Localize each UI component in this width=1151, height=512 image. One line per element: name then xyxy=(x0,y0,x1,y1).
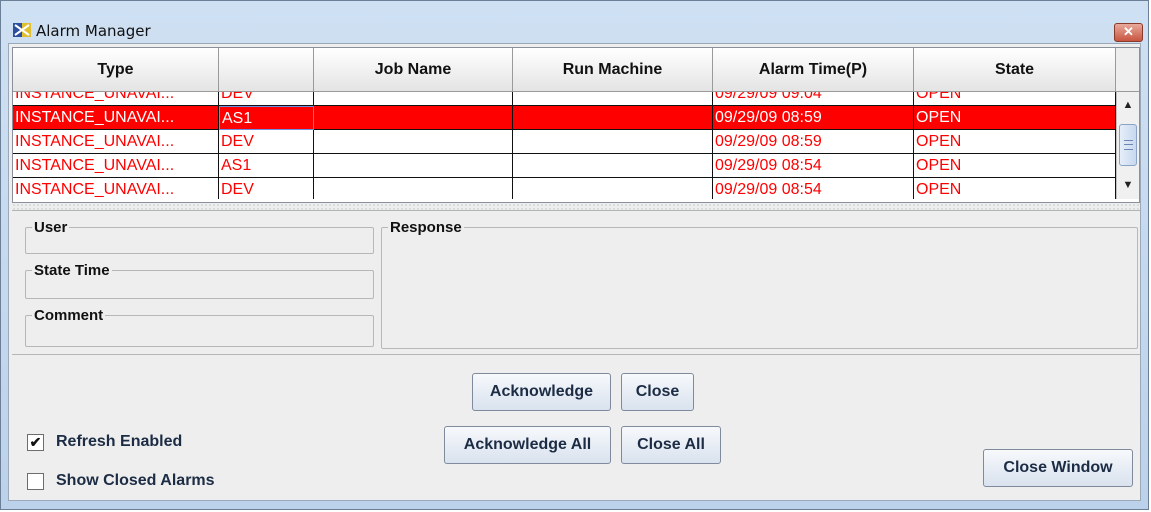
cell-job-name[interactable] xyxy=(314,106,513,130)
refresh-enabled-checkbox[interactable]: ✔ Refresh Enabled xyxy=(27,431,182,453)
state-time-group: State Time xyxy=(25,262,374,299)
user-group: User xyxy=(25,219,374,254)
cell-job-name[interactable] xyxy=(314,154,513,178)
response-label: Response xyxy=(390,219,462,236)
cell-state[interactable]: OPEN xyxy=(914,106,1116,130)
cell-instance[interactable]: DEV xyxy=(219,178,314,199)
column-header-job-name[interactable]: Job Name xyxy=(314,48,513,92)
close-icon: ✕ xyxy=(1123,24,1134,39)
window-close-button[interactable]: ✕ xyxy=(1114,23,1143,42)
column-header-state[interactable]: State xyxy=(914,48,1116,92)
cell-alarm-time[interactable]: 09/29/09 08:54 xyxy=(713,178,914,199)
column-header-instance[interactable] xyxy=(219,48,314,92)
cell-type[interactable]: INSTANCE_UNAVAI... xyxy=(13,178,219,199)
table-header-corner xyxy=(1116,48,1139,92)
comment-group: Comment xyxy=(25,307,374,347)
cell-instance[interactable]: AS1 xyxy=(219,106,314,130)
cell-instance[interactable]: DEV xyxy=(219,130,314,154)
close-alarm-button[interactable]: Close xyxy=(621,373,694,411)
cell-alarm-time[interactable]: 09/29/09 08:54 xyxy=(713,154,914,178)
refresh-enabled-checkbox-box[interactable]: ✔ xyxy=(27,433,44,451)
table-vertical-scrollbar[interactable]: ▲ ▼ xyxy=(1116,92,1139,199)
state-time-label: State Time xyxy=(34,262,110,279)
cell-run-machine[interactable] xyxy=(513,106,713,130)
column-header-alarm-time[interactable]: Alarm Time(P) xyxy=(713,48,914,92)
table-row[interactable]: INSTANCE_UNAVAI... AS1 09/29/09 08:59 OPEN xyxy=(13,106,1116,130)
close-window-button[interactable]: Close Window xyxy=(983,449,1133,487)
cell-type[interactable]: INSTANCE_UNAVAI... xyxy=(13,154,219,178)
cell-type[interactable]: INSTANCE_UNAVAI... xyxy=(13,130,219,154)
user-label: User xyxy=(34,219,68,236)
cell-alarm-time[interactable]: 09/29/09 08:59 xyxy=(713,130,914,154)
show-closed-alarms-label: Show Closed Alarms xyxy=(56,472,215,489)
column-header-run-machine[interactable]: Run Machine xyxy=(513,48,713,92)
cell-state[interactable]: OPEN xyxy=(914,154,1116,178)
alarm-manager-app-icon xyxy=(13,23,31,37)
table-body: INSTANCE_UNAVAI... DEV 09/29/09 09:04 OPEN I… xyxy=(13,92,1116,199)
cell-job-name[interactable] xyxy=(314,178,513,199)
comment-label: Comment xyxy=(34,307,104,324)
cell-run-machine[interactable] xyxy=(513,178,713,199)
cell-alarm-time[interactable]: 09/29/09 09:04 xyxy=(713,92,914,106)
cell-type[interactable]: INSTANCE_UNAVAI... xyxy=(13,106,219,130)
table-row[interactable]: INSTANCE_UNAVAI... DEV 09/29/09 08:54 OPEN xyxy=(13,178,1116,199)
cell-state[interactable]: OPEN xyxy=(914,130,1116,154)
table-header: Type Job Name Run Machine Alarm Time(P) … xyxy=(13,48,1116,92)
cell-run-machine[interactable] xyxy=(513,92,713,106)
show-closed-alarms-checkbox[interactable]: Show Closed Alarms xyxy=(27,470,215,492)
cell-state[interactable]: OPEN xyxy=(914,92,1116,106)
refresh-enabled-label: Refresh Enabled xyxy=(56,433,183,450)
cell-instance[interactable]: AS1 xyxy=(219,154,314,178)
table-row[interactable]: INSTANCE_UNAVAI... AS1 09/29/09 08:54 OPEN xyxy=(13,154,1116,178)
cell-alarm-time[interactable]: 09/29/09 08:59 xyxy=(713,106,914,130)
acknowledge-all-button[interactable]: Acknowledge All xyxy=(444,426,611,464)
cell-run-machine[interactable] xyxy=(513,154,713,178)
table-row[interactable]: INSTANCE_UNAVAI... DEV 09/29/09 09:04 OPEN xyxy=(13,92,1116,106)
acknowledge-button[interactable]: Acknowledge xyxy=(472,373,611,411)
cell-instance[interactable]: DEV xyxy=(219,92,314,106)
cell-job-name[interactable] xyxy=(314,130,513,154)
cell-job-name[interactable] xyxy=(314,92,513,106)
scrollbar-grip-icon xyxy=(1124,140,1133,150)
window-title: Alarm Manager xyxy=(36,22,151,40)
close-all-button[interactable]: Close All xyxy=(621,426,721,464)
scrollbar-thumb[interactable] xyxy=(1119,124,1137,166)
cell-state[interactable]: OPEN xyxy=(914,178,1116,199)
column-header-type[interactable]: Type xyxy=(13,48,219,92)
split-pane-divider[interactable] xyxy=(12,203,1140,210)
response-group: Response xyxy=(381,219,1138,349)
cell-run-machine[interactable] xyxy=(513,130,713,154)
scroll-up-arrow-icon[interactable]: ▲ xyxy=(1118,95,1138,115)
scroll-down-arrow-icon[interactable]: ▼ xyxy=(1118,175,1138,195)
show-closed-alarms-checkbox-box[interactable] xyxy=(27,472,44,490)
title-bar: Alarm Manager ✕ xyxy=(1,1,1148,42)
table-row[interactable]: INSTANCE_UNAVAI... DEV 09/29/09 08:59 OPEN xyxy=(13,130,1116,154)
cell-type[interactable]: INSTANCE_UNAVAI... xyxy=(13,92,219,106)
